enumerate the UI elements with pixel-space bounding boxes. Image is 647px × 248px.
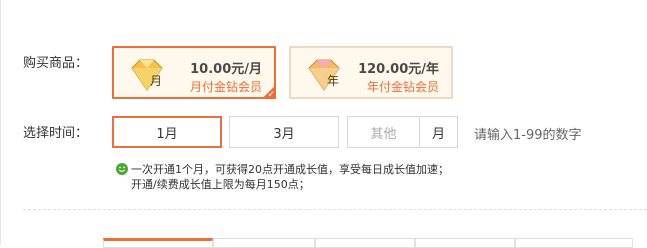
product-icon-char: 年 <box>327 74 339 88</box>
duration-hint: 请输入1-99的数字 <box>474 128 582 143</box>
products-label: 购买商品： <box>23 56 89 71</box>
checkmark-icon: ✓ <box>262 85 276 100</box>
diamond-icon: 年 <box>308 59 340 91</box>
product-name: 年付金钻会员 <box>366 80 439 94</box>
product-price: 10.00元/月 <box>190 62 262 77</box>
duration-label: 选择时间： <box>23 126 89 141</box>
duration-1-month-button[interactable]: 1月 <box>112 116 222 148</box>
tab[interactable] <box>515 238 633 248</box>
tab-active[interactable] <box>103 238 213 248</box>
product-name: 月付金钻会员 <box>189 80 262 94</box>
product-icon-char: 月 <box>150 74 162 88</box>
section-divider <box>23 209 647 210</box>
diamond-icon: 月 <box>131 59 163 91</box>
smile-icon <box>116 163 128 175</box>
info-line-2: 开通/续费成长值上限为每月150点； <box>131 178 310 191</box>
left-divider <box>0 0 1 245</box>
tab[interactable] <box>213 238 315 248</box>
tab[interactable] <box>415 238 515 248</box>
duration-unit-label: 月 <box>419 116 458 148</box>
product-monthly[interactable]: 月 10.00元/月 月付金钻会员 ✓ <box>112 46 276 100</box>
product-price: 120.00元/年 <box>358 62 439 77</box>
info-line-1: 一次开通1个月，可获得20点开通成长值，享受每日成长值加速； <box>131 163 449 176</box>
duration-other-input[interactable]: 其他 <box>347 116 420 148</box>
tab[interactable] <box>315 238 415 248</box>
tab-bar <box>103 238 633 248</box>
product-yearly[interactable]: 年 120.00元/年 年付金钻会员 <box>289 46 453 99</box>
duration-3-month-button[interactable]: 3月 <box>229 116 339 148</box>
